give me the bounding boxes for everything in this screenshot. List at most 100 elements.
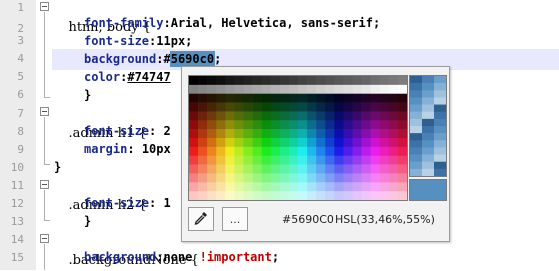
color-palette-grid[interactable] (188, 75, 408, 201)
palette-swatch[interactable] (316, 191, 326, 200)
palette-swatch[interactable] (252, 120, 262, 130)
palette-swatch[interactable] (325, 173, 335, 183)
palette-swatch[interactable] (397, 102, 407, 112)
palette-swatch[interactable] (252, 155, 262, 165)
fold-toggle-icon[interactable] (40, 234, 49, 243)
palette-swatch[interactable] (343, 76, 353, 86)
palette-swatch[interactable] (234, 84, 244, 95)
variant-swatch[interactable] (422, 168, 434, 177)
palette-swatch[interactable] (261, 146, 272, 157)
palette-swatch[interactable] (343, 173, 353, 183)
palette-swatch[interactable] (234, 76, 244, 86)
palette-swatch[interactable] (189, 164, 199, 174)
palette-swatch[interactable] (243, 138, 253, 148)
palette-swatch[interactable] (288, 102, 299, 112)
palette-swatch[interactable] (234, 164, 244, 174)
palette-swatch[interactable] (316, 129, 326, 139)
palette-swatch[interactable] (334, 146, 344, 157)
palette-swatch[interactable] (198, 93, 208, 103)
palette-swatch[interactable] (316, 138, 326, 148)
variant-swatch[interactable] (434, 97, 446, 105)
palette-swatch[interactable] (370, 102, 381, 112)
palette-swatch[interactable] (334, 164, 344, 174)
variant-swatch[interactable] (422, 76, 434, 84)
palette-swatch[interactable] (379, 93, 390, 103)
palette-swatch[interactable] (388, 76, 399, 86)
palette-swatch[interactable] (216, 93, 226, 103)
palette-swatch[interactable] (334, 84, 344, 95)
palette-swatch[interactable] (189, 155, 199, 165)
palette-swatch[interactable] (379, 146, 390, 157)
palette-swatch[interactable] (270, 146, 281, 157)
palette-swatch[interactable] (216, 191, 226, 200)
palette-swatch[interactable] (225, 93, 235, 103)
palette-swatch[interactable] (352, 111, 362, 121)
palette-swatch[interactable] (234, 155, 244, 165)
palette-swatch[interactable] (388, 155, 399, 165)
palette-swatch[interactable] (316, 120, 326, 130)
palette-swatch[interactable] (270, 129, 281, 139)
palette-swatch[interactable] (343, 84, 353, 95)
palette-swatch[interactable] (252, 191, 262, 200)
variant-swatch[interactable] (434, 161, 446, 170)
palette-swatch[interactable] (243, 102, 253, 112)
palette-swatch[interactable] (343, 111, 353, 121)
variant-swatch[interactable] (434, 104, 446, 113)
palette-swatch[interactable] (198, 102, 208, 112)
palette-swatch[interactable] (325, 164, 335, 174)
palette-swatch[interactable] (189, 129, 199, 139)
palette-swatch[interactable] (343, 164, 353, 174)
palette-swatch[interactable] (189, 120, 199, 130)
palette-swatch[interactable] (352, 164, 362, 174)
palette-swatch[interactable] (234, 111, 244, 121)
palette-swatch[interactable] (189, 111, 199, 121)
palette-swatch[interactable] (388, 102, 399, 112)
palette-swatch[interactable] (234, 129, 244, 139)
palette-swatch[interactable] (288, 76, 299, 86)
palette-swatch[interactable] (207, 102, 217, 112)
palette-swatch[interactable] (325, 76, 335, 86)
palette-swatch[interactable] (288, 129, 299, 139)
palette-swatch[interactable] (270, 191, 281, 200)
palette-swatch[interactable] (361, 191, 371, 200)
palette-swatch[interactable] (288, 182, 299, 192)
palette-swatch[interactable] (261, 191, 272, 200)
palette-swatch[interactable] (361, 84, 371, 95)
palette-swatch[interactable] (288, 111, 299, 121)
palette-swatch[interactable] (270, 93, 281, 103)
palette-swatch[interactable] (316, 146, 326, 157)
palette-swatch[interactable] (270, 102, 281, 112)
variant-swatch[interactable] (410, 161, 422, 170)
color-value-selection[interactable]: 5690c0 (169, 51, 216, 67)
code-line-9[interactable]: margin: 10px (84, 139, 171, 160)
palette-swatch[interactable] (307, 93, 317, 103)
palette-swatch[interactable] (343, 120, 353, 130)
palette-swatch[interactable] (307, 155, 317, 165)
variant-swatch[interactable] (410, 154, 422, 163)
palette-swatch[interactable] (298, 146, 308, 157)
palette-swatch[interactable] (288, 93, 299, 103)
palette-swatch[interactable] (379, 102, 390, 112)
palette-swatch[interactable] (243, 76, 253, 86)
palette-swatch[interactable] (198, 191, 208, 200)
palette-swatch[interactable] (189, 84, 199, 95)
palette-swatch[interactable] (307, 182, 317, 192)
variant-swatch[interactable] (422, 83, 434, 91)
palette-swatch[interactable] (207, 129, 217, 139)
variant-swatch[interactable] (434, 118, 446, 127)
variant-swatch[interactable] (422, 133, 434, 141)
palette-swatch[interactable] (234, 138, 244, 148)
palette-swatch[interactable] (243, 164, 253, 174)
palette-swatch[interactable] (361, 164, 371, 174)
palette-swatch[interactable] (216, 155, 226, 165)
variant-swatch[interactable] (410, 147, 422, 155)
palette-swatch[interactable] (189, 146, 199, 157)
palette-swatch[interactable] (298, 84, 308, 95)
palette-swatch[interactable] (252, 129, 262, 139)
palette-swatch[interactable] (225, 191, 235, 200)
palette-swatch[interactable] (307, 111, 317, 121)
palette-swatch[interactable] (316, 173, 326, 183)
palette-swatch[interactable] (307, 191, 317, 200)
palette-swatch[interactable] (343, 129, 353, 139)
palette-swatch[interactable] (298, 129, 308, 139)
